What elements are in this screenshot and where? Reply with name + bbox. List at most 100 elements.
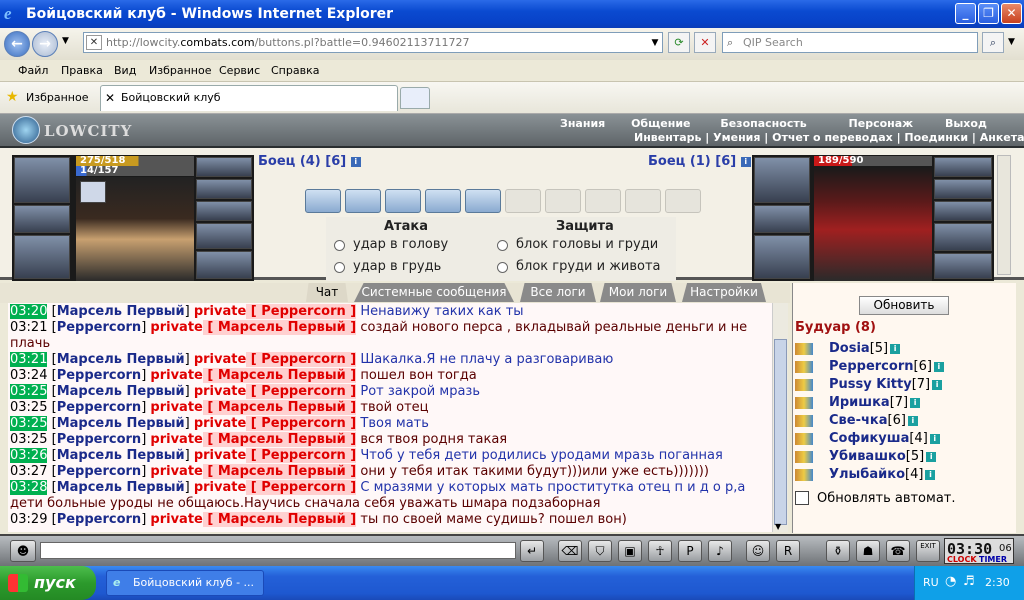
chat-timestamp[interactable]: 03:24 — [10, 368, 47, 383]
player-info-icon[interactable]: i — [910, 397, 921, 408]
nav-knowledge[interactable]: Знания — [560, 117, 605, 130]
chat-recipient[interactable]: Peppercorn — [261, 480, 346, 495]
chat-timestamp[interactable]: 03:25 — [10, 416, 48, 431]
battle-scrollbar[interactable] — [997, 155, 1011, 275]
chat-timestamp[interactable]: 03:26 — [10, 448, 48, 463]
fighter-icon[interactable]: ☥ — [648, 540, 672, 562]
eraser-icon[interactable]: ⌫ — [558, 540, 582, 562]
smiley-face-icon[interactable]: ☻ — [10, 540, 36, 562]
nav-security[interactable]: Безопасность — [720, 117, 806, 130]
player-row[interactable]: Dosia[5] i — [795, 341, 901, 356]
ring-slot-2[interactable] — [196, 179, 252, 199]
player-name[interactable]: Peppercorn — [829, 359, 914, 374]
chat-sender[interactable]: Peppercorn — [57, 432, 142, 447]
tab-chat[interactable]: Чат — [306, 283, 348, 302]
enemy-amulet-slot[interactable] — [754, 205, 810, 233]
info-icon[interactable]: i — [350, 156, 361, 167]
menu-tools[interactable]: Сервис — [219, 64, 260, 77]
player-name[interactable]: Иришка — [829, 395, 890, 410]
attack-chest-radio[interactable] — [334, 262, 345, 273]
private-icon[interactable]: P — [678, 540, 702, 562]
enemy-gloves-slot[interactable] — [934, 223, 992, 251]
nav-character[interactable]: Персонаж — [849, 117, 914, 130]
tab-my-logs[interactable]: Мои логи — [600, 283, 676, 302]
tab-all-logs[interactable]: Все логи — [520, 283, 596, 302]
chat-recipient[interactable]: Peppercorn — [261, 352, 346, 367]
chat-recipient[interactable]: Марсель Первый — [217, 400, 346, 415]
chat-sender[interactable]: Марсель Первый — [57, 416, 185, 431]
menu-edit[interactable]: Правка — [61, 64, 103, 77]
clan-icon[interactable] — [795, 450, 813, 463]
clan-icon[interactable] — [795, 360, 813, 373]
auto-refresh-checkbox[interactable] — [795, 491, 809, 505]
chat-sender[interactable]: Марсель Первый — [57, 384, 185, 399]
chat-sender[interactable]: Peppercorn — [57, 464, 142, 479]
chat-timestamp[interactable]: 03:21 — [10, 352, 48, 367]
chat-recipient[interactable]: Марсель Первый — [217, 432, 346, 447]
maximize-button[interactable]: ❐ — [978, 3, 999, 24]
nav-communication[interactable]: Общение — [631, 117, 690, 130]
chat-recipient[interactable]: Peppercorn — [261, 304, 346, 319]
weapon-slot[interactable] — [196, 251, 252, 279]
chat-timestamp[interactable]: 03:27 — [10, 464, 47, 479]
block-head-chest-radio[interactable] — [497, 240, 508, 251]
amulet-slot[interactable] — [14, 205, 70, 233]
language-indicator[interactable]: RU — [923, 576, 939, 589]
menu-favorites[interactable]: Избранное — [149, 64, 211, 77]
chat-recipient[interactable]: Peppercorn — [261, 416, 346, 431]
left-fighter-name[interactable]: Боец (4) [6] — [258, 154, 346, 169]
chat-timestamp[interactable]: 03:21 — [10, 320, 47, 335]
chat-scroll-thumb[interactable] — [774, 339, 787, 525]
enemy-weapon-slot[interactable] — [934, 253, 992, 279]
ring-slot-3[interactable] — [196, 201, 252, 221]
inventory-icon[interactable]: ⚱ — [826, 540, 850, 562]
smile-icon[interactable]: ☺ — [746, 540, 770, 562]
refresh-button[interactable]: Обновить — [859, 296, 949, 315]
network-icon[interactable]: ◔ — [945, 574, 956, 589]
clan-icon[interactable] — [795, 396, 813, 409]
armor-slot[interactable] — [14, 235, 70, 279]
taskbar-ie-window[interactable]: e Бойцовский клуб - ... — [106, 570, 264, 596]
chat-sender[interactable]: Марсель Первый — [57, 352, 185, 367]
right-fighter-name[interactable]: Боец (1) [6] — [648, 154, 736, 169]
save-icon[interactable]: ▣ — [618, 540, 642, 562]
clan-icon[interactable] — [795, 414, 813, 427]
player-row[interactable]: Улыбайко[4] i — [795, 467, 936, 482]
player-name[interactable]: Dosia — [829, 341, 870, 356]
player-row[interactable]: Иришка[7] i — [795, 395, 921, 410]
start-button[interactable]: пуск — [0, 566, 96, 600]
scroll-slot[interactable] — [465, 189, 501, 213]
scroll-down-icon[interactable]: ▼ — [775, 522, 781, 531]
scroll-slot[interactable] — [345, 189, 381, 213]
close-button[interactable]: ✕ — [1001, 3, 1022, 24]
enemy-ring-slot-2[interactable] — [934, 179, 992, 199]
chat-sender[interactable]: Марсель Первый — [57, 448, 185, 463]
player-row[interactable]: Peppercorn[6] i — [795, 359, 944, 374]
player-name[interactable]: Улыбайко — [829, 467, 905, 482]
scroll-slot[interactable] — [305, 189, 341, 213]
enemy-helmet-slot[interactable] — [754, 157, 810, 203]
chat-sender[interactable]: Peppercorn — [57, 512, 142, 527]
url-dropdown-icon[interactable]: ▼ — [648, 34, 662, 55]
sound-icon[interactable]: ♪ — [708, 540, 732, 562]
chat-scrollbar[interactable]: ▼ — [772, 303, 788, 532]
player-row[interactable]: Софикуша[4] i — [795, 431, 940, 446]
chat-timestamp[interactable]: 03:25 — [10, 400, 47, 415]
gloves-slot[interactable] — [196, 223, 252, 249]
scroll-slot[interactable] — [385, 189, 421, 213]
minimize-button[interactable]: _ — [955, 3, 976, 24]
menu-help[interactable]: Справка — [271, 64, 319, 77]
friends-icon[interactable]: ☎ — [886, 540, 910, 562]
nav-exit[interactable]: Выход — [945, 117, 987, 130]
player-name[interactable]: Све-чка — [829, 413, 888, 428]
chat-log[interactable]: Внимание! ... 03:09 [Johnes] private [ P… — [8, 286, 772, 532]
chat-recipient[interactable]: Peppercorn — [261, 384, 346, 399]
chat-recipient[interactable]: Марсель Первый — [217, 464, 346, 479]
back-button[interactable]: ← — [4, 31, 30, 57]
attack-head-radio[interactable] — [334, 240, 345, 251]
volume-icon[interactable]: ♬ — [963, 574, 975, 589]
player-info-icon[interactable]: i — [932, 379, 943, 390]
history-dropdown-icon[interactable]: ▼ — [62, 36, 69, 46]
chat-timestamp[interactable]: 03:20 — [10, 304, 48, 319]
favorites-star-icon[interactable]: ★ — [6, 89, 19, 105]
